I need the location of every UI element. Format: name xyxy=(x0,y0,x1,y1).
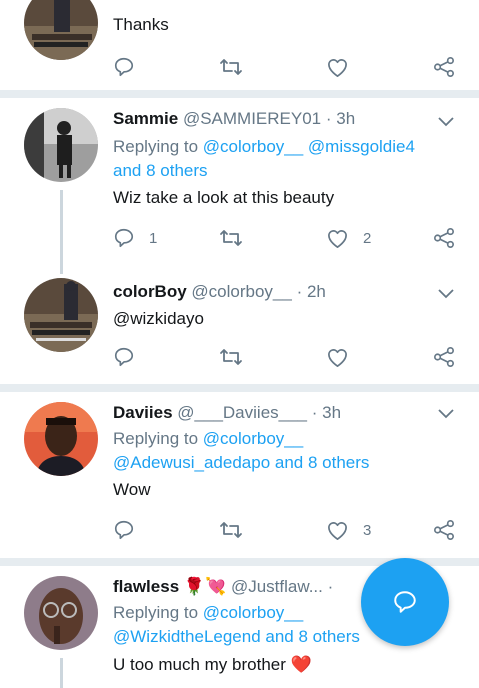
share-icon xyxy=(434,520,454,540)
tweet-body-text: U too much my brother xyxy=(113,655,286,674)
reply-button[interactable] xyxy=(113,344,135,370)
reply-button[interactable]: 1 xyxy=(113,225,157,251)
timestamp[interactable]: · 3h xyxy=(312,403,341,422)
replying-to-label: Replying to xyxy=(113,603,203,622)
retweet-icon xyxy=(220,230,242,246)
replying-to-users[interactable]: @colorboy__ xyxy=(203,603,303,622)
timestamp[interactable]: · xyxy=(328,577,334,596)
replying-to-label: Replying to xyxy=(113,429,203,448)
replying-to: Replying to @colorboy__ @WizkidtheLegend… xyxy=(113,601,360,649)
like-icon xyxy=(328,348,347,367)
reply-icon xyxy=(114,57,134,77)
reply-icon xyxy=(114,520,134,540)
name-emoji: 🌹💘 xyxy=(183,577,227,596)
replying-to: Replying to @colorboy__ @Adewusi_adedapo… xyxy=(113,427,369,475)
like-button[interactable] xyxy=(326,344,349,370)
share-button[interactable] xyxy=(433,225,455,251)
like-count: 2 xyxy=(363,229,372,247)
retweet-button[interactable] xyxy=(219,225,243,251)
tweet-header: flawless 🌹💘 @Justflaw... · xyxy=(113,577,333,597)
tweet-2[interactable]: colorBoy @colorboy__ · 2h @wizkidayo xyxy=(0,274,479,384)
share-icon xyxy=(434,347,454,367)
retweet-icon xyxy=(220,522,242,538)
avatar[interactable] xyxy=(24,576,98,650)
username[interactable]: @___Daviies___ xyxy=(177,403,307,422)
action-bar xyxy=(113,54,458,80)
tweet-body: Thanks xyxy=(113,15,169,34)
reply-icon xyxy=(114,228,134,248)
tweet-body: Wow xyxy=(113,480,151,499)
username[interactable]: @Justflaw... xyxy=(231,577,323,596)
replying-to-label: Replying to xyxy=(113,137,203,156)
replying-to-others[interactable]: @Adewusi_adedapo and 8 others xyxy=(113,453,369,472)
action-bar xyxy=(113,344,458,370)
replying-to-users[interactable]: @colorboy__ @missgoldie4 xyxy=(203,137,415,156)
reply-button[interactable] xyxy=(113,54,135,80)
heart-emoji: ❤️ xyxy=(290,655,312,674)
share-icon xyxy=(434,57,454,77)
display-name[interactable]: Daviies xyxy=(113,403,173,422)
username[interactable]: @colorboy__ xyxy=(191,282,291,301)
tweet-body: Wiz take a look at this beauty xyxy=(113,188,335,207)
display-name[interactable]: colorBoy xyxy=(113,282,187,301)
reply-count: 1 xyxy=(149,229,158,247)
share-button[interactable] xyxy=(433,344,455,370)
tweet-0[interactable]: Thanks xyxy=(0,0,479,95)
tweet-1[interactable]: Sammie @SAMMIEREY01 · 3h Replying to @co… xyxy=(0,98,479,274)
tweet-body-mention[interactable]: @wizkidayo xyxy=(113,309,204,329)
share-icon xyxy=(434,228,454,248)
retweet-icon xyxy=(220,59,242,75)
like-count: 3 xyxy=(363,521,372,539)
tweet-header: Sammie @SAMMIEREY01 · 3h xyxy=(113,109,355,129)
like-button[interactable]: 3 xyxy=(326,517,371,543)
compose-reply-button[interactable] xyxy=(361,558,449,646)
thread-line xyxy=(60,658,63,688)
display-name[interactable]: flawless xyxy=(113,577,179,596)
tweet-header: Daviies @___Daviies___ · 3h xyxy=(113,403,341,423)
like-icon xyxy=(328,229,347,248)
chevron-down-icon[interactable] xyxy=(438,409,454,419)
chevron-down-icon[interactable] xyxy=(438,117,454,127)
avatar[interactable] xyxy=(24,0,98,60)
username[interactable]: @SAMMIEREY01 xyxy=(183,109,321,128)
like-button[interactable] xyxy=(326,54,349,80)
tweet-body: U too much my brother ❤️ xyxy=(113,655,312,675)
replying-to-others[interactable]: and 8 others xyxy=(113,161,208,180)
retweet-icon xyxy=(220,349,242,365)
reply-icon xyxy=(114,347,134,367)
action-bar: 3 xyxy=(113,517,458,543)
like-icon xyxy=(328,58,347,77)
tweet-header: colorBoy @colorboy__ · 2h xyxy=(113,282,326,302)
divider xyxy=(0,90,479,98)
replying-to-others[interactable]: @WizkidtheLegend and 8 others xyxy=(113,627,360,646)
thread-line xyxy=(60,190,63,274)
retweet-button[interactable] xyxy=(219,517,243,543)
timestamp[interactable]: · 3h xyxy=(326,109,355,128)
share-button[interactable] xyxy=(433,517,455,543)
compose-reply-icon xyxy=(394,591,416,613)
divider xyxy=(0,384,479,392)
tweet-3[interactable]: Daviies @___Daviies___ · 3h Replying to … xyxy=(0,392,479,558)
like-button[interactable]: 2 xyxy=(326,225,371,251)
action-bar: 1 2 xyxy=(113,225,458,251)
replying-to-users[interactable]: @colorboy__ xyxy=(203,429,303,448)
avatar[interactable] xyxy=(24,402,98,476)
like-icon xyxy=(328,521,347,540)
replying-to: Replying to @colorboy__ @missgoldie4 and… xyxy=(113,135,415,183)
avatar[interactable] xyxy=(24,278,98,352)
timestamp[interactable]: · 2h xyxy=(297,282,326,301)
reply-button[interactable] xyxy=(113,517,135,543)
share-button[interactable] xyxy=(433,54,455,80)
avatar[interactable] xyxy=(24,108,98,182)
retweet-button[interactable] xyxy=(219,344,243,370)
retweet-button[interactable] xyxy=(219,54,243,80)
chevron-down-icon[interactable] xyxy=(438,289,454,299)
display-name[interactable]: Sammie xyxy=(113,109,178,128)
